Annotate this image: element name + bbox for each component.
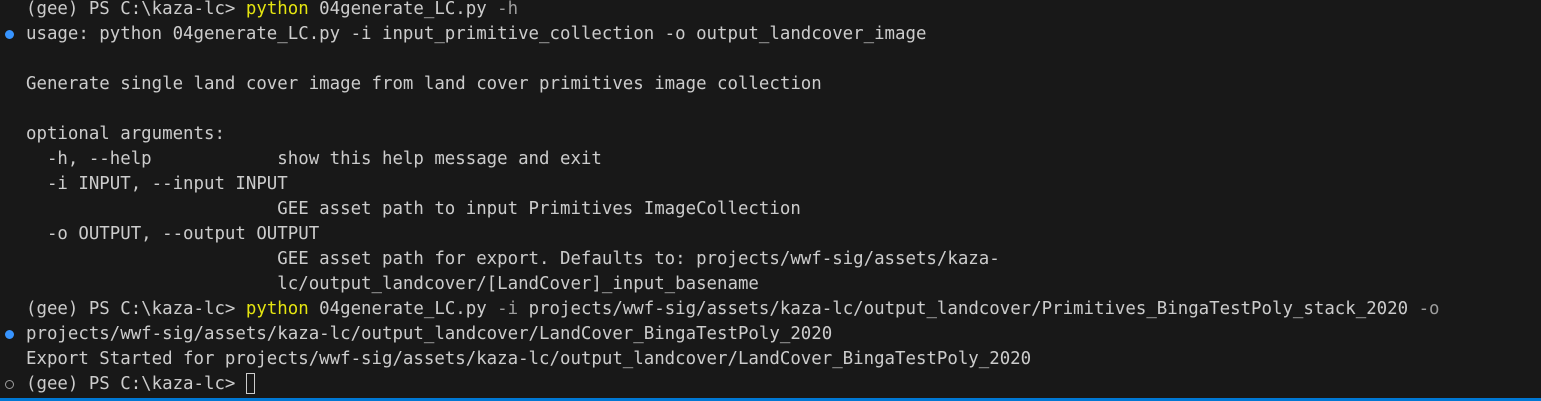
command-output-path: projects/wwf-sig/assets/kaza-lc/output_l…: [26, 324, 833, 344]
command-flag-input: -i: [497, 299, 519, 319]
command-flag: -h: [497, 0, 519, 19]
command-exe: python: [245, 299, 309, 319]
command-line-run: (gee) PS C:\kaza-lc> python 04generate_L…: [26, 297, 1440, 322]
help-option-i-description: GEE asset path to input Primitives Image…: [26, 199, 801, 219]
command-success-dot-icon[interactable]: [5, 330, 14, 339]
command-flag-output: -o: [1418, 299, 1440, 319]
terminal-panel[interactable]: (gee) PS C:\kaza-lc> python 04generate_L…: [0, 0, 1541, 398]
help-section-heading: optional arguments:: [26, 124, 225, 144]
command-line-help: (gee) PS C:\kaza-lc> python 04generate_L…: [26, 0, 518, 22]
help-option-o-description-2: lc/output_landcover/[LandCover]_input_ba…: [26, 274, 759, 294]
usage-line: usage: python 04generate_LC.py -i input_…: [26, 24, 927, 44]
command-script: 04generate_LC.py: [308, 0, 498, 19]
help-description: Generate single land cover image from la…: [26, 74, 822, 94]
shell-prompt: (gee) PS C:\kaza-lc>: [26, 299, 246, 319]
current-prompt-line[interactable]: (gee) PS C:\kaza-lc>: [26, 372, 255, 397]
command-input-path: projects/wwf-sig/assets/kaza-lc/output_l…: [518, 299, 1419, 319]
help-option-h: -h, --help show this help message and ex…: [26, 149, 602, 169]
text-cursor: [245, 373, 255, 394]
export-status-line: Export Started for projects/wwf-sig/asse…: [26, 349, 1032, 369]
command-script: 04generate_LC.py: [308, 299, 498, 319]
command-success-dot-icon[interactable]: [5, 30, 14, 39]
command-pending-circle-icon[interactable]: [5, 380, 14, 389]
help-option-o: -o OUTPUT, --output OUTPUT: [26, 224, 320, 244]
shell-prompt: (gee) PS C:\kaza-lc>: [26, 0, 246, 19]
command-exe: python: [245, 0, 309, 19]
help-option-o-description-1: GEE asset path for export. Defaults to: …: [26, 249, 1000, 269]
help-option-i: -i INPUT, --input INPUT: [26, 174, 288, 194]
shell-prompt: (gee) PS C:\kaza-lc>: [26, 374, 246, 394]
